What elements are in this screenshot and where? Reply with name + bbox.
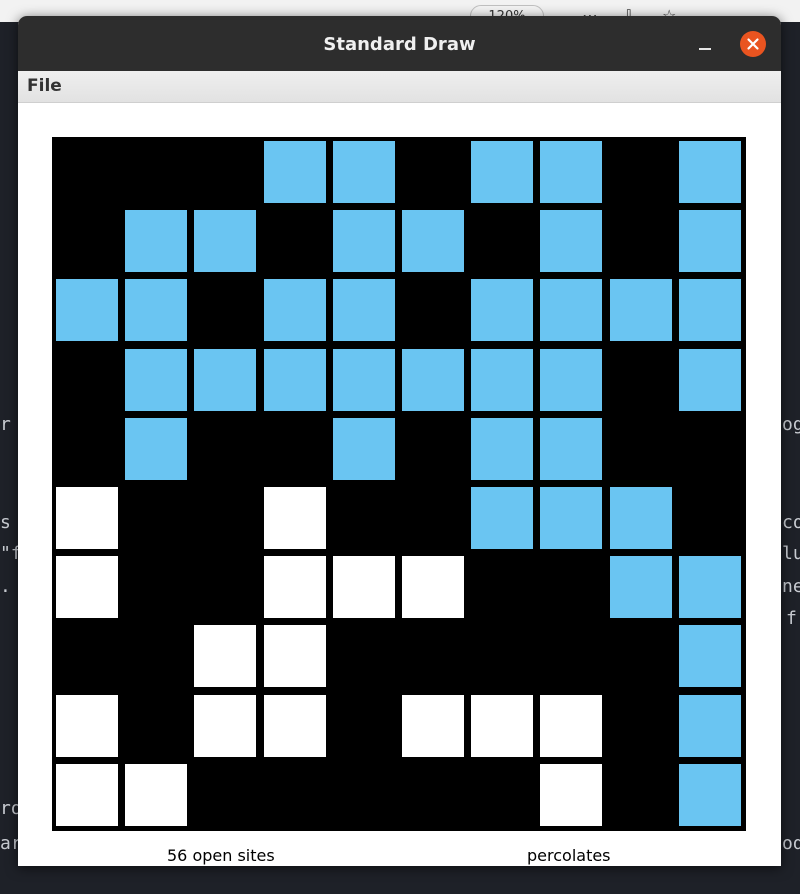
full-site: [263, 141, 326, 203]
menu-file[interactable]: File: [27, 71, 62, 102]
open-site: [263, 625, 326, 688]
full-site: [540, 141, 603, 203]
full-site: [678, 763, 741, 826]
full-site: [471, 348, 534, 411]
code-fragment: s: [0, 512, 11, 533]
full-site: [609, 279, 672, 342]
full-site: [540, 279, 603, 342]
percolation-grid: [52, 137, 746, 831]
open-site: [332, 556, 395, 619]
full-site: [609, 556, 672, 619]
code-fragment: od: [782, 833, 800, 854]
open-site: [194, 625, 257, 688]
open-site: [263, 487, 326, 549]
percolation-status: percolates: [527, 846, 611, 865]
full-site: [194, 210, 257, 273]
drawing-canvas[interactable]: 56 open sites percolates: [18, 103, 781, 866]
full-site: [332, 348, 395, 411]
open-site: [56, 763, 118, 826]
full-site: [332, 279, 395, 342]
open-sites-label: 56 open sites: [167, 846, 275, 865]
full-site: [678, 210, 741, 273]
full-site: [402, 348, 464, 411]
close-button[interactable]: [740, 31, 766, 57]
full-site: [125, 417, 188, 480]
full-site: [263, 348, 326, 411]
full-site: [263, 279, 326, 342]
full-site: [125, 279, 188, 342]
open-site: [402, 694, 464, 757]
code-fragment: og: [782, 414, 800, 435]
full-site: [678, 141, 741, 203]
open-site: [471, 694, 534, 757]
full-site: [194, 348, 257, 411]
full-site: [540, 417, 603, 480]
menu-bar: File: [18, 71, 781, 103]
full-site: [678, 625, 741, 688]
close-icon: [747, 38, 759, 50]
open-site: [263, 556, 326, 619]
full-site: [402, 210, 464, 273]
full-site: [471, 279, 534, 342]
code-fragment: co: [782, 512, 800, 533]
full-site: [332, 141, 395, 203]
open-site: [402, 556, 464, 619]
full-site: [125, 348, 188, 411]
open-site: [540, 694, 603, 757]
standard-draw-window: Standard Draw File 56 open sites percola…: [18, 16, 781, 866]
minimize-button[interactable]: [693, 32, 717, 56]
full-site: [678, 556, 741, 619]
full-site: [471, 417, 534, 480]
open-site: [263, 694, 326, 757]
open-site: [56, 556, 118, 619]
open-site: [125, 763, 188, 826]
full-site: [609, 487, 672, 549]
code-fragment: r: [0, 414, 11, 435]
open-site: [56, 487, 118, 549]
full-site: [540, 487, 603, 549]
open-site: [194, 694, 257, 757]
full-site: [678, 694, 741, 757]
full-site: [678, 348, 741, 411]
full-site: [678, 279, 741, 342]
window-title: Standard Draw: [323, 34, 476, 55]
open-site: [540, 763, 603, 826]
full-site: [471, 487, 534, 549]
full-site: [471, 141, 534, 203]
open-site: [56, 694, 118, 757]
code-fragment: f: [786, 608, 797, 629]
full-site: [540, 348, 603, 411]
code-fragment: lu: [782, 543, 800, 564]
full-site: [56, 279, 118, 342]
full-site: [540, 210, 603, 273]
full-site: [332, 210, 395, 273]
full-site: [125, 210, 188, 273]
code-fragment: ne: [782, 576, 800, 597]
code-fragment: .: [0, 576, 11, 597]
title-bar[interactable]: Standard Draw: [18, 16, 781, 71]
full-site: [332, 417, 395, 480]
